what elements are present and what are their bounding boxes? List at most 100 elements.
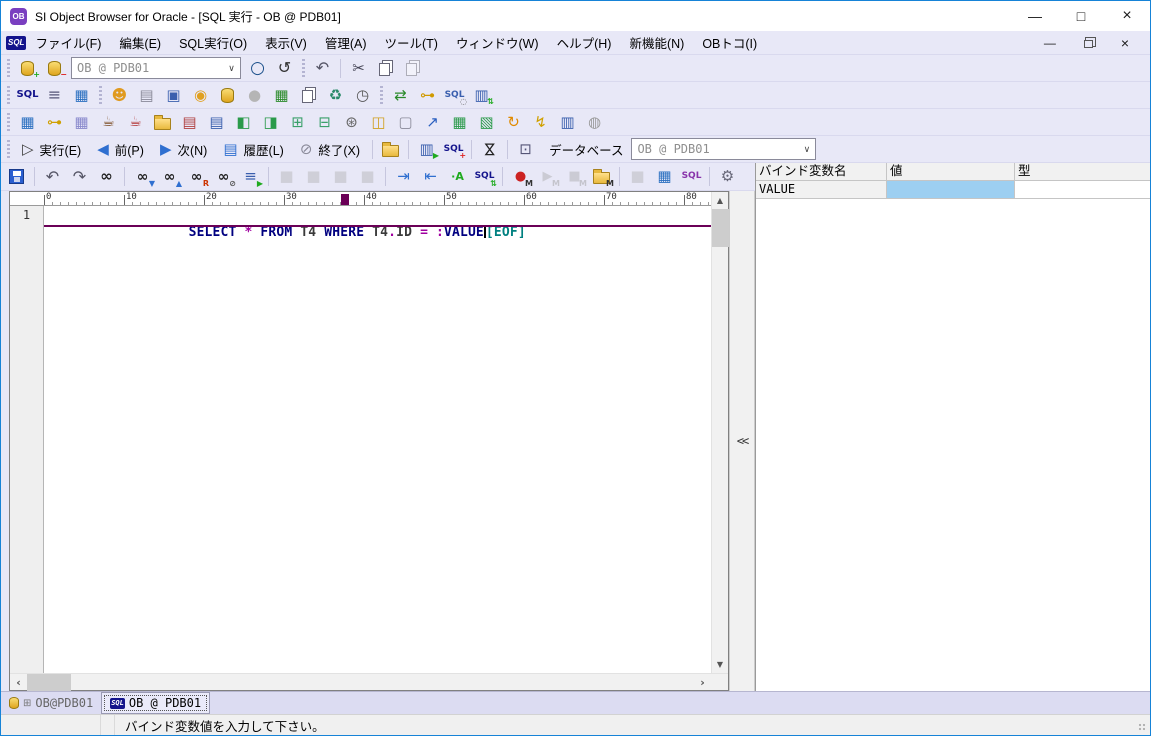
connection-combo[interactable]: OB @ PDB01∨ xyxy=(71,57,241,79)
sql-add-icon[interactable]: SQL+ xyxy=(441,137,466,161)
menu-item-9[interactable]: OBトコ(I) xyxy=(693,33,766,52)
cut-icon[interactable]: ✂ xyxy=(346,56,371,80)
user-icon[interactable]: ☻ xyxy=(107,83,132,107)
sql-format-icon[interactable]: SQL⇅ xyxy=(472,165,497,189)
segment-icon[interactable]: ● xyxy=(242,83,267,107)
mdi-restore-button[interactable] xyxy=(1078,37,1099,49)
sql-search-icon[interactable]: SQL◌ xyxy=(442,83,467,107)
session-tab-0[interactable]: ⊞OB@PDB01 xyxy=(1,692,101,714)
toolbar-grip[interactable] xyxy=(7,86,10,104)
toolbar-grip[interactable] xyxy=(7,59,10,77)
bind-value-cell[interactable] xyxy=(887,181,1015,199)
code-area[interactable]: SELECT * FROM T4 WHERE T4.ID = :VALUE[EO… xyxy=(44,206,711,673)
package-folder-icon[interactable] xyxy=(150,110,175,134)
collapse-rows-icon[interactable]: ⋈ xyxy=(477,137,502,161)
tree-plus-icon[interactable]: ⊞ xyxy=(285,110,310,134)
menu-item-1[interactable]: 編集(E) xyxy=(110,33,170,52)
redo-log-icon[interactable] xyxy=(296,83,321,107)
import-export-icon[interactable]: ⇄ xyxy=(388,83,413,107)
scroll-down-icon[interactable]: ▼ xyxy=(712,656,729,673)
disconnect-database-icon[interactable]: − xyxy=(42,56,67,80)
panel-layout-icon[interactable]: ⊡ xyxy=(513,137,538,161)
stop-circle-icon[interactable]: ○ xyxy=(245,56,270,80)
menu-item-0[interactable]: ファイル(F) xyxy=(26,33,110,52)
resize-grip[interactable] xyxy=(1138,723,1147,732)
end-button[interactable]: ⊘終了(X) xyxy=(292,137,368,161)
chevron-down-icon[interactable]: ∨ xyxy=(798,144,815,155)
save-icon[interactable] xyxy=(4,165,29,189)
copy-icon[interactable] xyxy=(373,56,398,80)
scroll-right-icon[interactable]: › xyxy=(694,674,711,691)
recycle-bin-icon[interactable]: ♻ xyxy=(323,83,348,107)
refresh-group-icon[interactable]: ↻ xyxy=(501,110,526,134)
lightbulb-icon[interactable]: ◍ xyxy=(582,110,607,134)
comment-icon[interactable]: ·A xyxy=(445,165,470,189)
toolbar-grip[interactable] xyxy=(380,86,383,104)
view-icon[interactable]: ▤ xyxy=(177,110,202,134)
computer-icon[interactable]: ▣ xyxy=(161,83,186,107)
vertical-scroll-thumb[interactable] xyxy=(712,209,729,247)
gray-window-icon[interactable]: ▢ xyxy=(393,110,418,134)
table-records-icon[interactable]: ▦ xyxy=(69,83,94,107)
horizontal-scroll-thumb[interactable] xyxy=(27,674,71,691)
view-log-icon[interactable]: ▧ xyxy=(474,110,499,134)
session-icon[interactable]: ▤ xyxy=(134,83,159,107)
menu-item-5[interactable]: ツール(T) xyxy=(376,33,447,52)
tablespace-icon[interactable] xyxy=(215,83,240,107)
editor-settings-gear-icon[interactable]: ⚙ xyxy=(715,165,740,189)
sql-editor[interactable]: 01020304050607080 1 SELECT * FROM T4 WHE… xyxy=(9,191,729,691)
menu-item-7[interactable]: ヘルプ(H) xyxy=(548,33,621,52)
undo-icon[interactable]: ↶ xyxy=(310,56,335,80)
toolbar-grip[interactable] xyxy=(7,113,10,131)
menu-item-2[interactable]: SQL実行(O) xyxy=(170,33,256,52)
find-option-icon[interactable]: ∞⊘ xyxy=(211,165,236,189)
toolbar-grip[interactable] xyxy=(99,86,102,104)
database-combo[interactable]: OB @ PDB01∨ xyxy=(631,138,816,160)
key-icon[interactable]: ⊶ xyxy=(415,83,440,107)
result-grid-icon[interactable]: ▦ xyxy=(652,165,677,189)
procedure-cup-icon[interactable]: ☕ xyxy=(96,110,121,134)
scroll-up-icon[interactable]: ▲ xyxy=(712,192,729,209)
formula-window-icon[interactable]: ▤ xyxy=(204,110,229,134)
function-cup-icon[interactable]: ☕ xyxy=(123,110,148,134)
trigger-lightning-icon[interactable]: ↯ xyxy=(528,110,553,134)
script-icon[interactable]: ≡ xyxy=(42,83,67,107)
mdi-minimize-button[interactable]: — xyxy=(1038,35,1062,51)
table-output-icon[interactable]: ▥▶ xyxy=(414,137,439,161)
sql-execute-icon[interactable]: SQL xyxy=(15,83,40,107)
toolbar-grip[interactable] xyxy=(302,59,305,77)
index-table-icon[interactable]: ▦ xyxy=(69,110,94,134)
table-icon[interactable]: ▦ xyxy=(15,110,40,134)
vertical-scrollbar[interactable]: ▲ ▼ xyxy=(711,192,728,673)
tree-minus-icon[interactable]: ⊟ xyxy=(312,110,337,134)
bind-type-cell[interactable] xyxy=(1015,181,1150,199)
next-button[interactable]: ▶次(N) xyxy=(152,137,215,161)
minimize-button[interactable]: — xyxy=(1012,1,1058,31)
outdent-icon[interactable]: ⇤ xyxy=(418,165,443,189)
sql-book-icon[interactable]: SQL xyxy=(679,165,704,189)
find-prev-icon[interactable]: ∞▲ xyxy=(157,165,182,189)
bind-name-cell[interactable]: VALUE xyxy=(756,181,887,199)
connect-database-icon[interactable]: + xyxy=(15,56,40,80)
profile-window-icon[interactable]: ▥ xyxy=(555,110,580,134)
record-macro-icon[interactable]: ●M xyxy=(508,165,533,189)
select-sql-icon[interactable]: ≡▶ xyxy=(238,165,263,189)
panel-collapse-splitter[interactable]: << xyxy=(729,191,755,691)
memory-icon[interactable]: ▦ xyxy=(269,83,294,107)
session-tab-1[interactable]: SQLOB @ PDB01 xyxy=(101,692,210,714)
maximize-button[interactable]: □ xyxy=(1058,1,1104,31)
execute-button[interactable]: ▷実行(E) xyxy=(14,137,89,161)
close-button[interactable]: × xyxy=(1104,1,1150,31)
replace-icon[interactable]: ∞R xyxy=(184,165,209,189)
menu-item-4[interactable]: 管理(A) xyxy=(316,33,376,52)
redo-edit-icon[interactable]: ↷ xyxy=(67,165,92,189)
green-window-icon[interactable]: ◧ xyxy=(231,110,256,134)
rollback-icon[interactable]: ↺ xyxy=(272,56,297,80)
primary-key-icon[interactable]: ⊶ xyxy=(42,110,67,134)
menu-item-6[interactable]: ウィンドウ(W) xyxy=(447,33,548,52)
open-macro-icon[interactable]: M xyxy=(589,165,614,189)
db-link-icon[interactable]: ↗ xyxy=(420,110,445,134)
find-next-icon[interactable]: ∞▼ xyxy=(130,165,155,189)
mdi-close-button[interactable]: × xyxy=(1115,34,1135,52)
scheduler-clock-icon[interactable]: ◷ xyxy=(350,83,375,107)
